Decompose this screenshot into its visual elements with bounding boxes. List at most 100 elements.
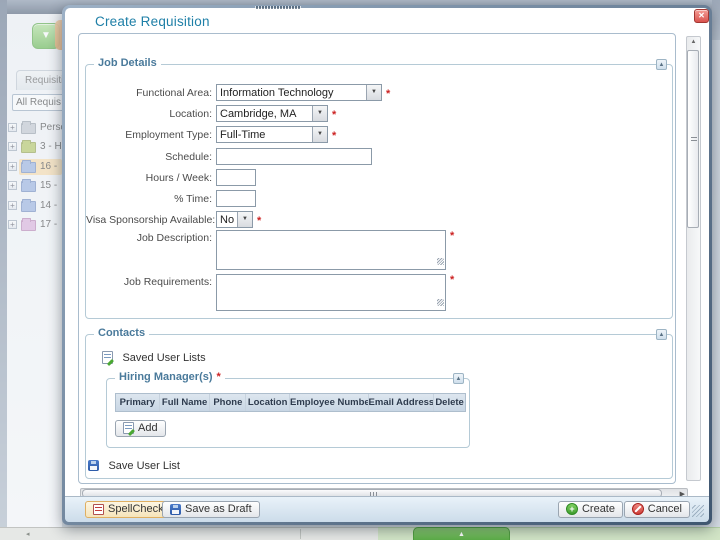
job-description-label: Job Description: [86,230,212,244]
dialog-footer: SpellCheck Save as Draft + Create Cancel [65,496,709,522]
column-header-delete: Delete [434,394,465,411]
column-header-email-address: Email Address [369,394,435,411]
scroll-up-icon[interactable]: ▲ [687,39,700,45]
job-description-textarea[interactable] [216,230,446,270]
scroll-left-icon[interactable]: ◂ [26,530,30,538]
floppy-disk-icon [170,504,181,515]
collapse-icon[interactable]: ▲ [656,59,667,70]
save-user-list-link[interactable]: Save User List [88,457,180,475]
functional-area-value: Information Technology [220,86,365,100]
employment-type-select[interactable]: Full-Time ▼ [216,126,328,143]
add-hiring-manager-button[interactable]: Add [115,420,166,437]
save-as-draft-label: Save as Draft [185,503,252,515]
functional-area-select[interactable]: Information Technology ▼ [216,84,382,101]
scrollbar-thumb-edge [300,529,301,539]
dialog-content-area: Job Details ▲ Functional Area: Informati… [78,33,676,484]
hours-week-label: Hours / Week: [86,172,212,184]
hiring-managers-legend: Hiring Manager(s) * [115,371,225,383]
required-marker: * [332,130,336,142]
job-details-legend: Job Details [94,57,161,69]
percent-time-row: % Time: [86,190,672,208]
dropdown-arrow-icon[interactable]: ▼ [312,106,327,121]
resize-grip-icon[interactable] [437,258,444,265]
vertical-scrollbar-thumb[interactable] [687,50,699,228]
bottom-panel-bar: ▲ [378,527,720,540]
required-marker: * [217,371,221,383]
location-label: Location: [86,108,212,120]
required-marker: * [450,274,454,286]
dialog-resize-handle[interactable] [692,505,704,517]
plus-circle-icon: + [566,503,578,515]
spellcheck-button[interactable]: SpellCheck [85,501,172,518]
job-details-fieldset: Job Details ▲ Functional Area: Informati… [85,64,673,319]
close-button[interactable]: ✕ [694,9,709,23]
contacts-fieldset: Contacts ▲ Saved User Lists Hiring Manag… [85,334,673,479]
column-header-primary: Primary [116,394,160,411]
hiring-managers-legend-text: Hiring Manager(s) [119,371,213,383]
column-header-employee-number: Employee Number [290,394,369,411]
functional-area-label: Functional Area: [86,87,212,99]
scrollbar-grip [691,137,697,143]
cancel-circle-icon [632,503,644,515]
column-header-phone: Phone [210,394,246,411]
dropdown-arrow-icon[interactable]: ▼ [366,85,381,100]
column-header-full-name: Full Name [160,394,211,411]
visa-label: Visa Sponsorship Available: [86,214,212,226]
hiring-managers-table-header: Primary Full Name Phone Location Employe… [115,393,466,412]
employment-type-value: Full-Time [220,128,311,142]
expand-panel-handle[interactable]: ▲ [413,527,510,540]
hours-week-row: Hours / Week: [86,169,672,187]
required-marker: * [257,215,261,227]
location-value: Cambridge, MA [220,107,311,121]
location-row: Location: Cambridge, MA ▼ * [86,105,672,123]
percent-time-label: % Time: [86,193,212,205]
create-label: Create [582,503,615,515]
job-description-row: Job Description: * [86,230,672,270]
create-button[interactable]: + Create [558,501,623,518]
hiring-managers-fieldset: Hiring Manager(s)* ▲ Primary Full Name P… [106,378,470,448]
job-requirements-textarea[interactable] [216,274,446,311]
spellcheck-label: SpellCheck [108,503,164,515]
bottom-scrollbar[interactable]: ◂ [0,527,378,540]
add-user-icon [123,422,134,434]
column-header-location: Location [246,394,290,411]
dropdown-arrow-icon[interactable]: ▼ [237,212,252,227]
saved-user-lists-label: Saved User Lists [122,352,205,364]
visa-select[interactable]: No ▼ [216,211,253,228]
spellcheck-icon [93,504,104,515]
create-requisition-dialog: ✕ Create Requisition Job Details ▲ Funct… [62,5,712,525]
close-icon: ✕ [698,11,705,20]
cancel-label: Cancel [648,503,682,515]
employment-type-row: Employment Type: Full-Time ▼ * [86,126,672,144]
user-list-icon [102,351,113,364]
hours-week-input[interactable] [216,169,256,186]
resize-grip-icon[interactable] [437,299,444,306]
required-marker: * [386,88,390,100]
saved-user-lists-link[interactable]: Saved User Lists [102,349,206,367]
required-marker: * [332,109,336,121]
schedule-label: Schedule: [86,151,212,163]
cancel-button[interactable]: Cancel [624,501,690,518]
visa-value: No [220,213,236,227]
location-select[interactable]: Cambridge, MA ▼ [216,105,328,122]
functional-area-row: Functional Area: Information Technology … [86,84,672,102]
save-user-list-label: Save User List [108,460,180,472]
add-button-label: Add [138,422,158,434]
vertical-scrollbar[interactable]: ▲ [686,36,701,481]
dialog-title: Create Requisition [95,14,210,29]
percent-time-input[interactable] [216,190,256,207]
save-as-draft-button[interactable]: Save as Draft [162,501,260,518]
job-requirements-label: Job Requirements: [86,274,212,288]
schedule-row: Schedule: [86,148,672,166]
dropdown-arrow-icon[interactable]: ▼ [312,127,327,142]
collapse-icon[interactable]: ▲ [656,329,667,340]
schedule-input[interactable] [216,148,372,165]
visa-row: Visa Sponsorship Available: No ▼ * [86,211,672,229]
screen: ▼ Requisiti All Requis + Perso + 3 - H +… [0,0,720,540]
job-requirements-row: Job Requirements: * [86,274,672,311]
floppy-disk-icon [88,460,99,471]
employment-type-label: Employment Type: [86,129,212,141]
collapse-icon[interactable]: ▲ [453,373,464,384]
required-marker: * [450,230,454,242]
drag-handle-dots[interactable] [255,6,301,9]
